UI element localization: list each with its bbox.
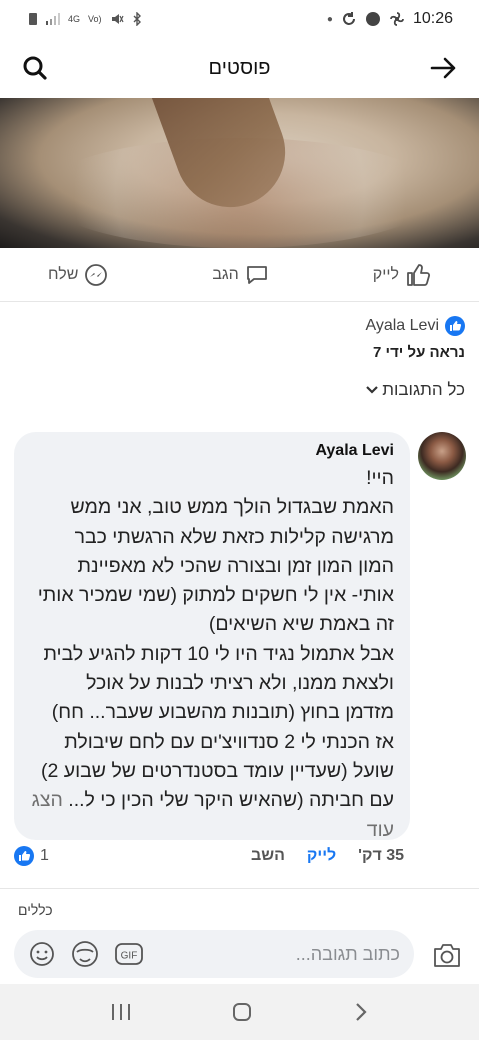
comment-line: שועל (שעדיין עומד בסטנדרטים של שבוע 2) bbox=[40, 759, 394, 782]
comment-line-last: עם חביתה (שהאיש היקר שלי הכין כי ל... הצ… bbox=[30, 786, 394, 815]
liked-by-name: Ayala Levi bbox=[365, 317, 439, 334]
messenger-icon bbox=[85, 263, 108, 286]
home-icon[interactable] bbox=[231, 1001, 253, 1023]
reaction-count-value: 1 bbox=[40, 847, 49, 864]
avatar[interactable] bbox=[418, 432, 466, 480]
share-button[interactable]: שלח bbox=[48, 263, 108, 287]
back-button[interactable] bbox=[429, 53, 459, 83]
mute-icon bbox=[111, 14, 124, 24]
arrow-right-icon bbox=[430, 57, 456, 79]
reaction-count[interactable]: 1 bbox=[14, 846, 49, 866]
comment-line: זה באמת שיא השיאים) bbox=[208, 613, 394, 636]
all-replies-label: כל התגובות bbox=[382, 380, 465, 399]
svg-text:GIF: GIF bbox=[121, 951, 138, 962]
bluetooth-icon bbox=[133, 12, 141, 26]
comment-line: מרגישה קלילות כזאת שלא הרגשתי כבר bbox=[74, 525, 394, 548]
comment-button[interactable]: הגב bbox=[212, 263, 268, 287]
signal-icon bbox=[46, 13, 60, 25]
sim-icon bbox=[29, 13, 37, 25]
rules-link[interactable]: כללים bbox=[18, 902, 53, 918]
share-label: שלח bbox=[48, 265, 79, 283]
comment-input[interactable]: כתוב תגובה... bbox=[296, 944, 400, 965]
comment-time: 35 דק' bbox=[358, 847, 404, 864]
like-button[interactable]: לייק bbox=[373, 262, 431, 288]
camera-icon bbox=[434, 944, 460, 967]
comment-meta: 1 35 דק' לייק השב bbox=[14, 846, 404, 866]
comment-line: אז הכנתי לי 2 סנדוויצ'ים עם לחם שיבולת bbox=[64, 730, 394, 753]
comment-bubble[interactable]: Ayala Levi היי! האמת שבגדול הולך ממש טוב… bbox=[14, 432, 410, 841]
comment-label: הגב bbox=[212, 265, 239, 283]
all-replies-dropdown[interactable]: כל התגובות bbox=[366, 380, 465, 400]
see-more-link-cont[interactable]: עוד bbox=[30, 816, 394, 845]
comment-line: המון המון זמן ובצורה שהכי לא מאפיינת bbox=[77, 554, 394, 577]
back-nav-icon[interactable] bbox=[353, 1001, 369, 1023]
composer-icons: GIF bbox=[28, 939, 144, 969]
comment-line: אבל אתמול נגיד היו לי 10 דקות להגיע לבית bbox=[43, 642, 394, 665]
like-reaction-icon bbox=[14, 846, 34, 866]
see-more-link[interactable]: הצג bbox=[32, 789, 63, 811]
recents-icon[interactable] bbox=[110, 1002, 132, 1022]
clock: 10:26 bbox=[412, 10, 453, 27]
app-icon bbox=[365, 12, 380, 26]
status-left-icons: 4G Vo) bbox=[28, 12, 142, 26]
divider bbox=[0, 888, 479, 889]
comment-icon bbox=[246, 265, 267, 284]
system-nav-bar bbox=[0, 984, 479, 1040]
volte-icon: Vo) bbox=[88, 14, 102, 24]
sync-icon bbox=[342, 12, 355, 25]
comment-author[interactable]: Ayala Levi bbox=[30, 442, 394, 460]
sticker-icon[interactable] bbox=[70, 939, 100, 969]
liked-by[interactable]: Ayala Levi bbox=[365, 316, 465, 336]
comment-line: מזדמן בחוץ (תובנות מהשבוע שעבר... חח) bbox=[51, 701, 394, 724]
emoji-icon[interactable] bbox=[28, 940, 56, 968]
comment-actions: 35 דק' לייק השב bbox=[251, 847, 404, 865]
fan-icon bbox=[390, 12, 404, 26]
notification-dot: ● bbox=[326, 13, 333, 25]
comment-line: האמת שבגדול הולך ממש טוב, אני ממש bbox=[70, 496, 394, 519]
seen-by-count[interactable]: נראה על ידי 7 bbox=[373, 344, 465, 361]
page-title: פוסטים bbox=[208, 56, 271, 79]
comment-composer[interactable]: GIF כתוב תגובה... bbox=[14, 930, 414, 978]
search-icon bbox=[23, 56, 47, 80]
chevron-down-icon bbox=[366, 386, 378, 394]
comment-like-button[interactable]: לייק bbox=[307, 847, 336, 865]
gif-icon[interactable]: GIF bbox=[114, 941, 144, 967]
like-reaction-icon bbox=[445, 316, 465, 336]
post-actions: שלח הגב לייק bbox=[0, 248, 479, 302]
4g-icon: 4G bbox=[68, 14, 81, 24]
search-button[interactable] bbox=[20, 53, 50, 83]
status-right: ● 10:26 bbox=[327, 10, 453, 28]
comment-line: היי! bbox=[366, 467, 394, 489]
status-bar: 4G Vo) ● 10:26 bbox=[0, 0, 479, 38]
comment-line: ולצאת ממנו, ולא רציתי לבנות על אוכל bbox=[86, 672, 394, 695]
camera-button[interactable] bbox=[430, 938, 464, 972]
comment-line: אותי- אין לי חשקים למתוק (שמי שמכיר אותי bbox=[37, 584, 394, 607]
thumbs-up-icon bbox=[407, 263, 431, 286]
comment-line-text: עם חביתה (שהאיש היקר שלי הכין כי ל... bbox=[62, 789, 394, 812]
post-image[interactable] bbox=[0, 98, 479, 248]
top-app-bar: פוסטים bbox=[0, 38, 479, 98]
like-label: לייק bbox=[372, 265, 399, 283]
comment-reply-button[interactable]: השב bbox=[251, 847, 285, 865]
